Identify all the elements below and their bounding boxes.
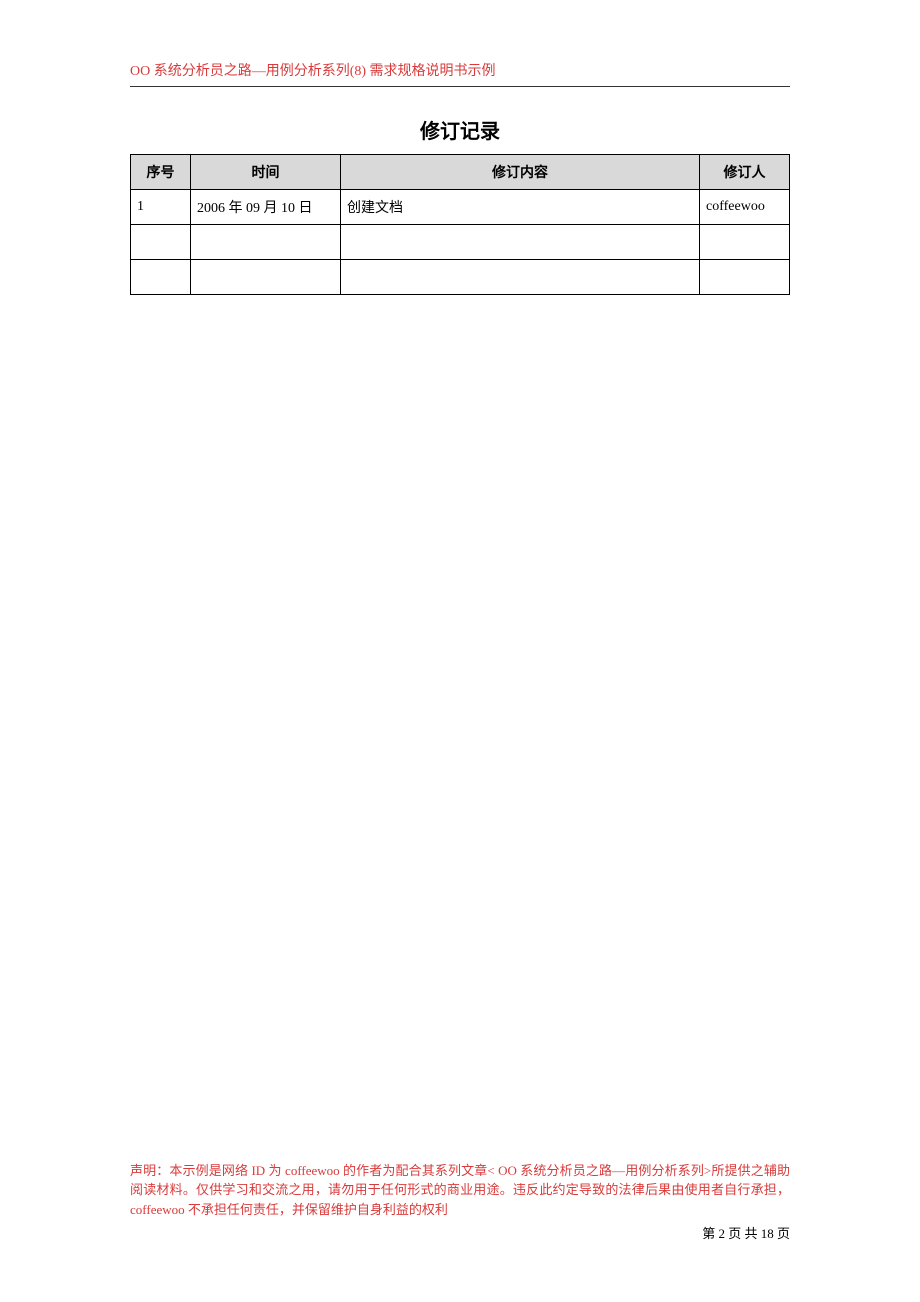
col-header-seq: 序号 — [131, 155, 191, 190]
cell-time: 2006 年 09 月 10 日 — [191, 190, 341, 225]
table-row — [131, 225, 790, 260]
cell-person — [700, 225, 790, 260]
table-row: 1 2006 年 09 月 10 日 创建文档 coffeewoo — [131, 190, 790, 225]
col-header-time: 时间 — [191, 155, 341, 190]
cell-time — [191, 225, 341, 260]
table-header-row: 序号 时间 修订内容 修订人 — [131, 155, 790, 190]
page-number: 第 2 页 共 18 页 — [130, 1223, 790, 1242]
cell-content — [341, 260, 700, 295]
table-row — [131, 260, 790, 295]
cell-person — [700, 260, 790, 295]
col-header-content: 修订内容 — [341, 155, 700, 190]
cell-seq — [131, 225, 191, 260]
cell-seq: 1 — [131, 190, 191, 225]
page-header-title: OO 系统分析员之路—用例分析系列(8) 需求规格说明书示例 — [130, 60, 790, 87]
cell-content: 创建文档 — [341, 190, 700, 225]
page-footer: 声明：本示例是网络 ID 为 coffeewoo 的作者为配合其系列文章< OO… — [130, 1161, 790, 1243]
cell-seq — [131, 260, 191, 295]
disclaimer-text: 声明：本示例是网络 ID 为 coffeewoo 的作者为配合其系列文章< OO… — [130, 1161, 790, 1220]
section-title: 修订记录 — [130, 115, 790, 144]
cell-time — [191, 260, 341, 295]
cell-person: coffeewoo — [700, 190, 790, 225]
cell-content — [341, 225, 700, 260]
col-header-person: 修订人 — [700, 155, 790, 190]
revision-table: 序号 时间 修订内容 修订人 1 2006 年 09 月 10 日 创建文档 c… — [130, 154, 790, 295]
